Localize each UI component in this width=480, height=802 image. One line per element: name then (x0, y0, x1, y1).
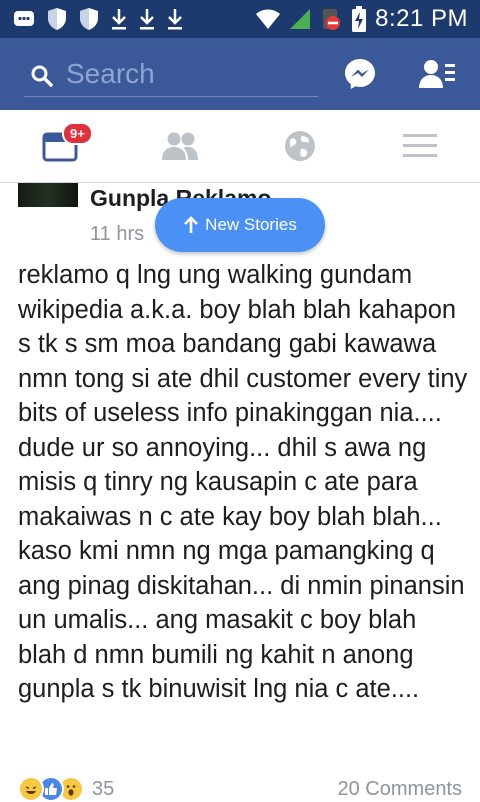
clock: 8:21 PM (375, 5, 468, 32)
new-stories-button[interactable]: New Stories (155, 198, 325, 252)
shield-icon (48, 8, 66, 30)
post-timestamp[interactable]: 11 hrs (90, 223, 144, 246)
arrow-up-icon (184, 216, 199, 233)
menu-icon (403, 134, 437, 157)
no-sim-icon (323, 9, 341, 30)
messenger-button[interactable] (340, 54, 380, 94)
tab-bar: 9+ (0, 110, 480, 183)
messenger-notification-icon (14, 11, 34, 26)
download-icon (140, 9, 154, 30)
new-stories-label: New Stories (205, 215, 297, 234)
search-bar[interactable] (24, 52, 318, 97)
download-icon (168, 9, 182, 30)
status-notification-icons (12, 6, 184, 32)
search-input[interactable] (64, 54, 318, 94)
person-list-icon (419, 60, 455, 88)
shield-icon (80, 8, 98, 30)
tab-news-feed[interactable]: 9+ (0, 110, 120, 182)
search-icon[interactable] (30, 64, 54, 88)
avatar[interactable] (18, 183, 78, 207)
download-icon (112, 9, 126, 30)
app-bar (0, 38, 480, 110)
wifi-icon (256, 9, 281, 29)
tab-menu[interactable] (360, 110, 480, 182)
reaction-count: 35 (92, 777, 115, 800)
notification-badge: 9+ (62, 122, 93, 145)
comments-count-link[interactable]: 20 Comments (338, 778, 463, 801)
tab-notifications[interactable] (240, 110, 360, 182)
friends-icon (162, 132, 198, 160)
battery-charging-icon (352, 6, 367, 32)
signal-icon (290, 9, 311, 29)
tab-friends[interactable] (120, 110, 240, 182)
haha-reaction-icon (18, 776, 44, 802)
status-bar: 8:21 PM (0, 0, 480, 38)
globe-icon (285, 131, 315, 161)
messenger-icon (345, 59, 375, 89)
post-text: reklamo q lng ung walking gundam wikiped… (18, 261, 468, 703)
friend-requests-button[interactable] (418, 54, 458, 94)
status-system-icons: 8:21 PM (255, 5, 468, 33)
reactions-summary[interactable]: 35 (18, 776, 114, 802)
